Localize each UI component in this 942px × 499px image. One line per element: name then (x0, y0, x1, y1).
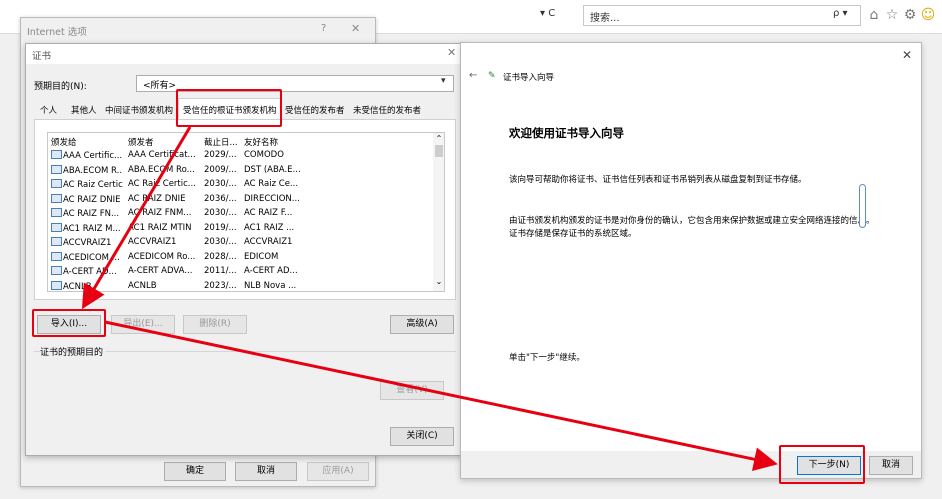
arrow-import-to-next (104, 320, 778, 472)
annotation-arrows (81, 126, 778, 472)
arrow-tab-to-import (81, 126, 192, 310)
